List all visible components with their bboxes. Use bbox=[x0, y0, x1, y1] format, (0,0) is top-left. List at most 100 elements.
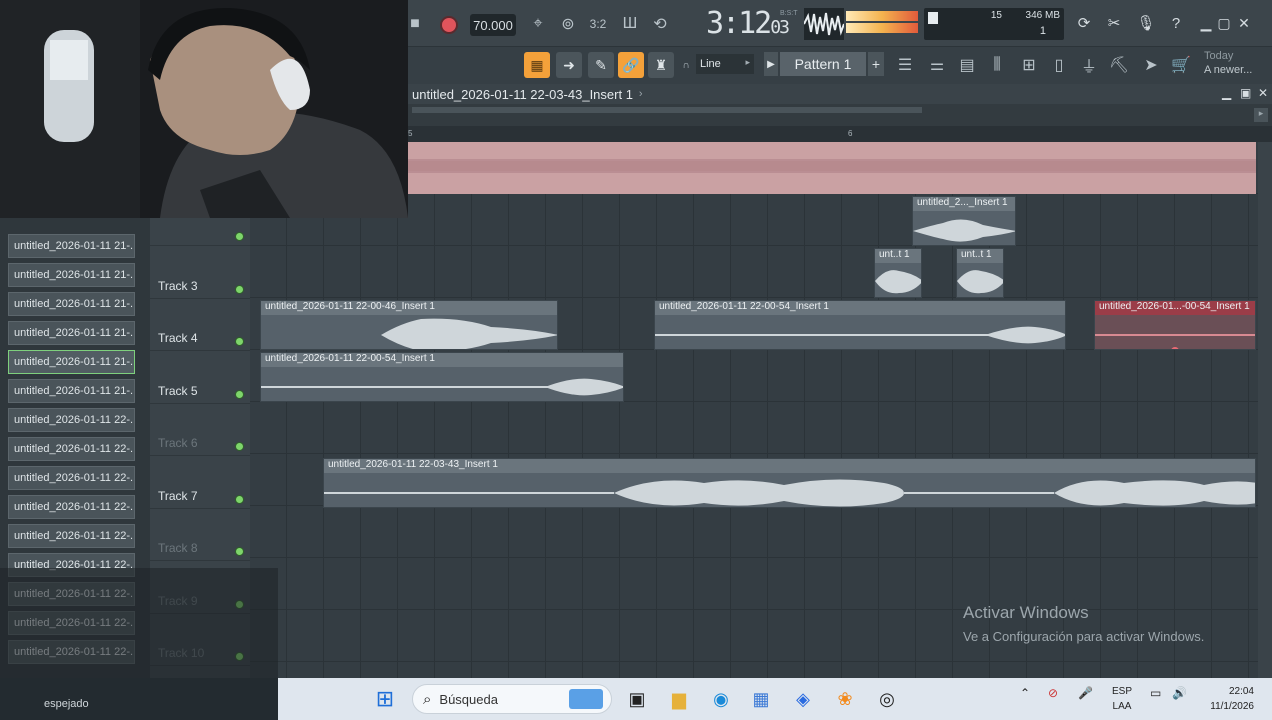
webcam-image bbox=[0, 0, 408, 218]
metronome-icon[interactable]: ⌖ bbox=[526, 12, 550, 36]
loop-record-icon[interactable]: ⟲ bbox=[648, 12, 672, 36]
pencil-icon[interactable]: ✎ bbox=[588, 52, 614, 78]
track-name: Track 8 bbox=[158, 541, 198, 555]
chevron-up-icon[interactable]: ⌃ bbox=[1020, 686, 1030, 700]
pattern-select[interactable]: Pattern 1 bbox=[780, 52, 866, 76]
time-format-label: B:S:T bbox=[780, 10, 798, 17]
news-panel[interactable]: Today A newer... bbox=[1204, 49, 1272, 81]
track-enable-led[interactable] bbox=[235, 337, 244, 346]
chevron-right-icon: › bbox=[638, 88, 643, 100]
playlist-grid[interactable] bbox=[250, 142, 1258, 678]
track-enable-led[interactable] bbox=[235, 442, 244, 451]
minimize-icon[interactable]: ▁ bbox=[1198, 14, 1214, 32]
pattern-arrow-icon[interactable]: ▶ bbox=[764, 52, 778, 76]
audio-clip[interactable]: untitled_2026-01-11 22-03-43_Insert 1 bbox=[323, 458, 1256, 508]
link-icon[interactable]: 🔗 bbox=[618, 52, 644, 78]
browser-item[interactable]: untitled_2026-01-11 21-... bbox=[8, 292, 135, 316]
start-icon[interactable]: ⊞ bbox=[372, 686, 398, 712]
browser-item[interactable]: untitled_2026-01-11 22-... bbox=[8, 495, 135, 519]
edge-icon[interactable]: ◉ bbox=[708, 686, 734, 712]
language-indicator[interactable]: ESP LAA bbox=[1112, 684, 1132, 714]
horizontal-scrollbar[interactable]: ▸ bbox=[408, 104, 1272, 126]
countdown-icon[interactable]: 3:2 bbox=[586, 12, 610, 36]
browser-item[interactable]: untitled_2026-01-11 21-... bbox=[8, 234, 135, 258]
arrow-icon[interactable]: ➜ bbox=[556, 52, 582, 78]
plug-icon[interactable]: ⏚ bbox=[1076, 53, 1102, 77]
cpu-monitor: 15 346 MB 1 bbox=[924, 8, 1064, 40]
channel-rack-icon[interactable]: ⚌ bbox=[924, 53, 950, 77]
playlist-close-icon[interactable]: ✕ bbox=[1258, 86, 1268, 100]
audio-clip-selected[interactable]: untitled_2026-01...-00-54_Insert 1 bbox=[1094, 300, 1256, 350]
tools-icon[interactable]: ✂ bbox=[1102, 11, 1126, 35]
step-edit-icon[interactable]: Ш bbox=[618, 12, 642, 36]
track-enable-led[interactable] bbox=[235, 284, 244, 294]
snap-select[interactable]: Line ▸ bbox=[696, 54, 754, 74]
obs-icon[interactable]: ◎ bbox=[874, 686, 900, 712]
browser-item[interactable]: untitled_2026-01-11 21-... bbox=[8, 263, 135, 287]
track-name: Track 4 bbox=[158, 331, 198, 345]
file-explorer-icon[interactable]: ▆ bbox=[666, 686, 692, 712]
browser-item[interactable]: untitled_2026-01-11 22-... bbox=[8, 408, 135, 432]
track-enable-led[interactable] bbox=[235, 389, 244, 399]
fl-studio-icon[interactable]: ❀ bbox=[832, 686, 858, 712]
audio-clip[interactable]: untitled_2026-01-11 22-00-54_Insert 1 bbox=[654, 300, 1066, 350]
vertical-scrollbar[interactable] bbox=[1258, 142, 1272, 678]
tempo-display[interactable]: 70.000 bbox=[470, 14, 516, 36]
stop-icon[interactable]: ■ bbox=[408, 14, 422, 34]
browser-item[interactable]: untitled_2026-01-11 22-... bbox=[8, 524, 135, 548]
browser-item[interactable]: untitled_2026-01-11 21-... bbox=[8, 350, 135, 374]
maximize-icon[interactable]: ▢ bbox=[1216, 14, 1232, 32]
master-audio-clip[interactable] bbox=[408, 142, 1256, 194]
piano-roll-view-icon[interactable]: ▤ bbox=[954, 53, 980, 77]
audio-clip[interactable]: untitled_2026-01-11 22-00-46_Insert 1 bbox=[260, 300, 558, 350]
volume-icon[interactable]: 🔊 bbox=[1172, 686, 1187, 700]
refresh-icon[interactable]: ⟳ bbox=[1072, 11, 1096, 35]
mic-tray-icon[interactable]: 🎤 bbox=[1078, 686, 1093, 700]
close-icon[interactable]: ✕ bbox=[1236, 14, 1252, 32]
audio-clip[interactable]: untitled_2026-01-11 22-00-54_Insert 1 bbox=[260, 352, 624, 402]
track-enable-led[interactable] bbox=[235, 232, 244, 241]
piano-roll-icon[interactable]: ▦ bbox=[524, 52, 550, 78]
app-icon[interactable]: ◈ bbox=[790, 686, 816, 712]
network-status-icon[interactable]: ⊘ bbox=[1048, 686, 1058, 700]
playlist-icon[interactable]: ☰ bbox=[892, 53, 918, 77]
scrollbar-thumb[interactable] bbox=[412, 107, 922, 113]
display-icon[interactable]: ▭ bbox=[1150, 686, 1161, 700]
track-enable-led[interactable] bbox=[235, 547, 244, 556]
file-icon[interactable]: ▯ bbox=[1046, 53, 1072, 77]
track-header[interactable]: Track 5 bbox=[150, 352, 250, 404]
magnet-icon[interactable]: ∩ bbox=[680, 57, 692, 73]
browser-item[interactable]: untitled_2026-01-11 22-... bbox=[8, 437, 135, 461]
browser-item[interactable]: untitled_2026-01-11 21-... bbox=[8, 321, 135, 345]
send-icon[interactable]: ➤ bbox=[1138, 53, 1164, 77]
track-header[interactable]: Track 7 bbox=[150, 457, 250, 509]
track-header[interactable]: Track 6 bbox=[150, 404, 250, 456]
wait-input-icon[interactable]: ⊚ bbox=[556, 12, 580, 36]
timeline-ruler[interactable]: 5 6 bbox=[408, 126, 1272, 142]
track-enable-led[interactable] bbox=[235, 494, 244, 504]
audio-clip[interactable]: unt..t 1 bbox=[956, 248, 1004, 298]
browser-item[interactable]: untitled_2026-01-11 22-... bbox=[8, 466, 135, 490]
clock[interactable]: 22:04 11/1/2026 bbox=[1198, 684, 1254, 714]
playlist-maximize-icon[interactable]: ▣ bbox=[1240, 86, 1251, 100]
scroll-right-icon[interactable]: ▸ bbox=[1254, 108, 1268, 122]
search-input[interactable]: ⌕ Búsqueda bbox=[412, 684, 612, 714]
browser-item[interactable]: untitled_2026-01-11 21-... bbox=[8, 379, 135, 403]
playlist-minimize-icon[interactable]: ▁ bbox=[1222, 86, 1231, 100]
record-button[interactable] bbox=[438, 14, 460, 36]
mixer-icon[interactable]: ⫼ bbox=[984, 53, 1010, 77]
track-header[interactable]: Track 8 bbox=[150, 509, 250, 561]
help-icon[interactable]: ? bbox=[1164, 11, 1188, 35]
mic-icon[interactable]: 🎙 bbox=[1134, 11, 1158, 35]
task-view-icon[interactable]: ▣ bbox=[624, 686, 650, 712]
stamp-icon[interactable]: ♜ bbox=[648, 52, 674, 78]
cart-icon[interactable]: 🛒 bbox=[1168, 53, 1194, 77]
pick-icon[interactable]: ⛏ bbox=[1106, 53, 1132, 77]
audio-clip[interactable]: untitled_2..._Insert 1 bbox=[912, 196, 1016, 246]
store-icon[interactable]: ▦ bbox=[748, 686, 774, 712]
add-pattern-icon[interactable]: + bbox=[868, 52, 884, 76]
track-header[interactable]: Track 3 bbox=[150, 247, 250, 299]
browser-icon[interactable]: ⊞ bbox=[1016, 53, 1042, 77]
track-header[interactable]: Track 4 bbox=[150, 299, 250, 351]
audio-clip[interactable]: unt..t 1 bbox=[874, 248, 922, 298]
